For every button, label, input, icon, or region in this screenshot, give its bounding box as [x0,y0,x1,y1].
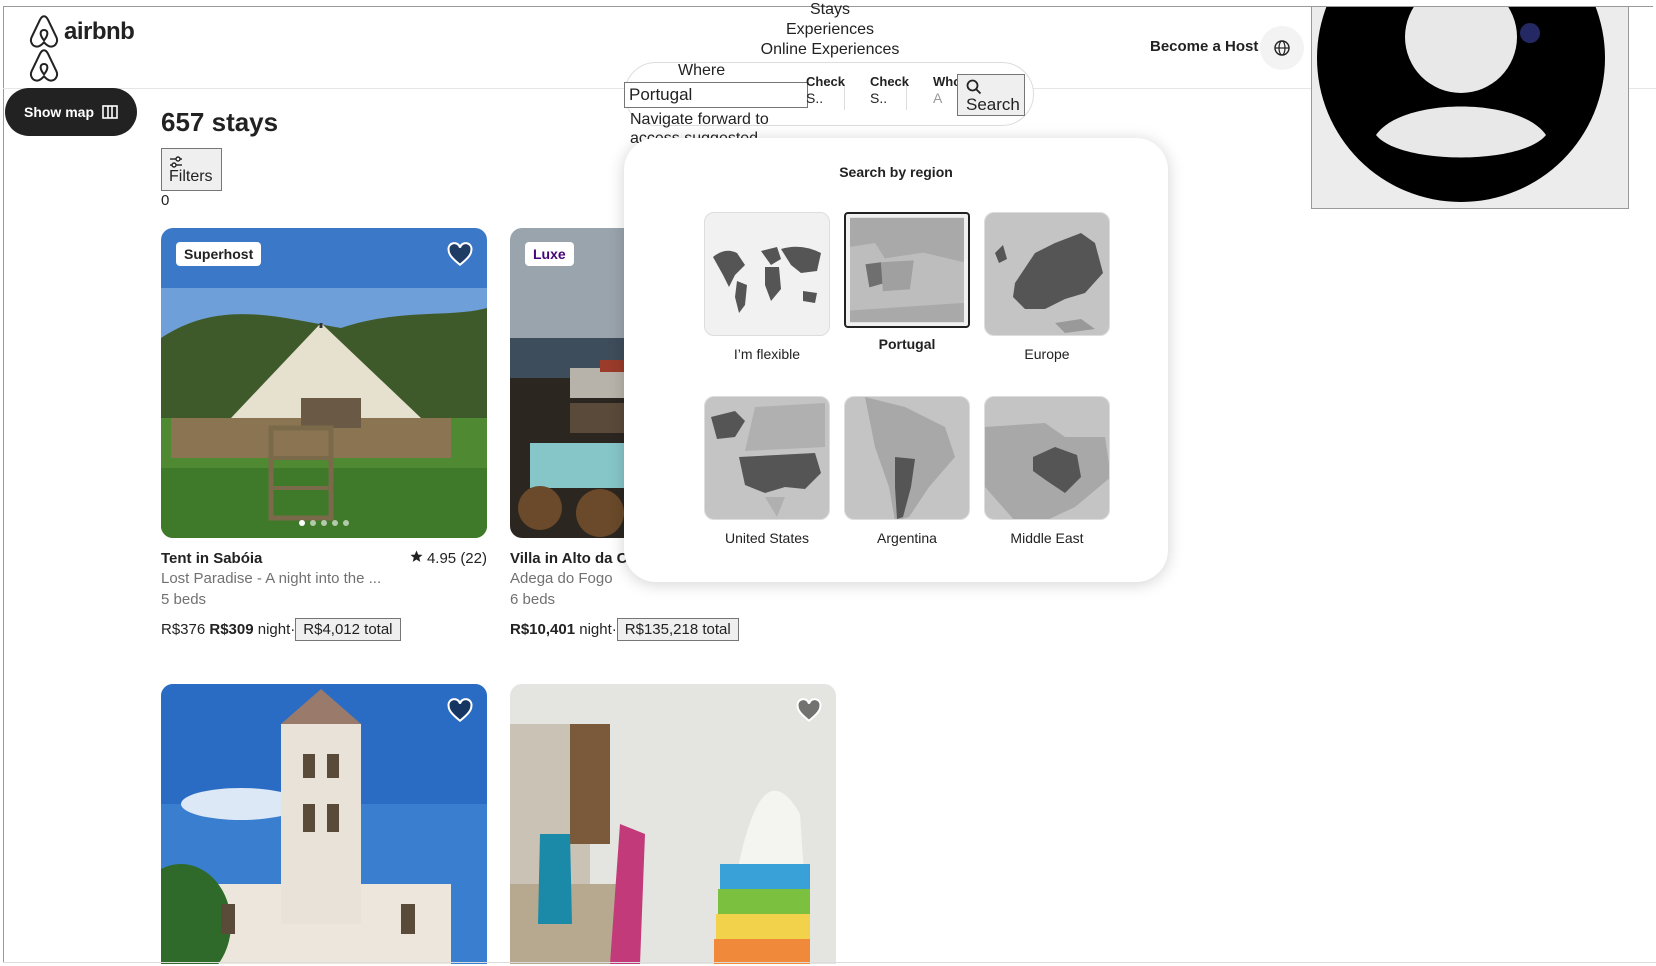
search-icon [966,79,982,94]
region-label: Argentina [877,530,937,546]
show-map-label: Show map [23,104,94,120]
rating-value: 4.95 (22) [426,550,487,567]
nav-tabs: Stays Experiences Online Experiences [700,0,960,60]
tab-experiences[interactable]: Experiences [700,20,960,40]
airbnb-belo-icon [29,49,59,82]
listing-card[interactable] [161,684,487,964]
check-out-label: Check [870,74,910,89]
tab-online-experiences[interactable]: Online Experiences [700,40,960,60]
photo-pagination [161,520,487,526]
region-portugal[interactable]: Portugal [844,212,970,352]
listing-subtitle: Lost Paradise - A night into the ... [161,570,382,587]
check-in-label: Check [806,74,846,89]
become-host-link[interactable]: Become a Host [1150,38,1258,55]
heart-icon[interactable] [447,698,473,724]
region-map [844,396,970,520]
listing-beds: 5 beds [161,591,207,608]
map-icon [102,105,118,119]
price-unit: night· [579,621,617,638]
search-button-label: Search [966,94,1020,114]
check-in-value: S.. [806,90,824,106]
listing-beds: 6 beds [510,591,556,608]
listing-photo-image [161,684,487,964]
check-in-field[interactable]: Check S.. [806,74,846,106]
superhost-badge: Superhost [176,242,262,266]
region-europe[interactable]: Europe [984,212,1110,362]
argentina-map-icon [845,397,969,519]
region-map [844,212,970,328]
guests-value: A [933,90,943,106]
region-panel-title: Search by region [839,164,953,180]
show-map-button[interactable]: Show map [5,88,137,136]
airbnb-belo-icon [29,15,59,48]
filters-count: 0 [161,192,170,209]
total-price-button[interactable]: R$135,218 total [616,618,739,641]
united-states-map-icon [705,397,829,519]
language-button[interactable] [1260,26,1304,70]
guests-label: Who [933,74,957,89]
where-label: Where [678,62,726,79]
region-label: Portugal [878,336,936,352]
region-middle-east[interactable]: Middle East [984,396,1110,546]
page-bottom-edge [3,962,1656,963]
listing-price: R$376 R$309 night· R$4,012 total [161,618,487,641]
middle-east-map-icon [985,397,1109,519]
globe-icon [1274,40,1290,56]
region-label: Middle East [1010,530,1084,546]
luxe-badge: Luxe [525,242,574,266]
portugal-map-icon [850,217,964,323]
filters-button[interactable]: Filters [161,148,222,191]
search-button[interactable]: Search [957,74,1025,116]
total-price-button[interactable]: R$4,012 total [295,618,401,641]
stays-count: 657 stays [161,107,279,137]
check-out-value: S.. [870,90,888,106]
where-input[interactable] [624,82,808,108]
sliders-icon [170,155,182,168]
region-label: United States [724,530,810,546]
listing-photo-image [161,228,487,538]
region-united-states[interactable]: United States [704,396,830,546]
cursor-indicator [1520,23,1540,43]
region-map [984,396,1110,520]
airbnb-logo[interactable]: airbnb [26,14,166,84]
filters-label: Filters [169,167,213,185]
listing-card[interactable]: Superhost Tent in Sabóia 4.95 (22) Lost … [161,228,487,641]
nightly-price: R$309 [209,621,254,638]
region-flexible[interactable]: I’m flexible [704,212,830,362]
listing-price: R$10,401 night· R$135,218 total [510,618,836,641]
original-price: R$376 [161,621,206,638]
user-avatar-icon [1317,7,1605,202]
tab-stays[interactable]: Stays [700,0,960,20]
europe-map-icon [985,213,1109,335]
heart-icon[interactable] [796,698,822,724]
listing-photo[interactable]: Superhost [161,228,487,538]
heart-icon[interactable] [447,242,473,268]
region-map [704,212,830,336]
region-label: I’m flexible [733,346,801,362]
region-label: Europe [1024,346,1070,362]
listing-rating: 4.95 (22) [410,550,487,567]
listing-card[interactable] [510,684,836,964]
listing-photo[interactable] [161,684,487,964]
region-map [704,396,830,520]
nightly-price: R$10,401 [510,621,576,638]
star-icon [410,550,423,562]
region-map [984,212,1110,336]
guests-field[interactable]: Who A [933,74,957,106]
world-map-icon [713,246,821,313]
logo-wordmark: airbnb [64,18,135,45]
listing-photo-image [510,684,836,964]
region-argentina[interactable]: Argentina [844,396,970,546]
price-unit: night· [257,621,296,638]
check-out-field[interactable]: Check S.. [870,74,910,106]
user-avatar[interactable] [1311,6,1629,209]
region-dropdown: Search by region I’m flexible Portugal E… [624,138,1168,582]
listing-photo[interactable] [510,684,836,964]
